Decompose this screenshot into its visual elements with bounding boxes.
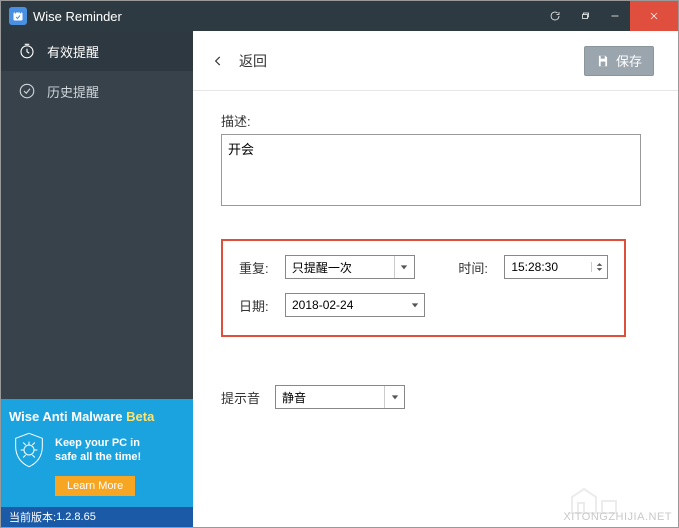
repeat-value: 只提醒一次 [286, 259, 394, 276]
main-panel: 返回 保存 描述: 重复: 只提醒一次 [193, 31, 678, 527]
watermark-logo-icon [560, 481, 630, 521]
time-spin-down[interactable] [592, 267, 607, 272]
repeat-dropdown[interactable]: 只提醒一次 [285, 255, 415, 279]
highlighted-settings-box: 重复: 只提醒一次 时间: 15:28:30 [221, 239, 626, 337]
clock-icon [17, 41, 37, 61]
back-label: 返回 [239, 51, 267, 71]
app-logo-icon [9, 7, 27, 25]
save-icon [596, 54, 610, 68]
promo-line2: safe all the time! [55, 450, 141, 464]
titlebar: Wise Reminder [1, 1, 678, 31]
promo-title: Wise Anti Malware Beta [9, 409, 185, 424]
promo-panel[interactable]: Wise Anti Malware Beta Keep your PC in s… [1, 399, 193, 507]
sidebar-item-active-reminders[interactable]: 有效提醒 [1, 31, 193, 71]
date-label: 日期: [239, 296, 275, 315]
app-title: Wise Reminder [33, 9, 540, 24]
window-controls [540, 1, 678, 31]
watermark-text: XITONGZHIJIA.NET [563, 511, 672, 523]
save-button[interactable]: 保存 [584, 46, 654, 76]
sidebar-nav: 有效提醒 历史提醒 [1, 31, 193, 399]
check-circle-icon [17, 81, 37, 101]
promo-title-main: Wise Anti Malware [9, 409, 126, 424]
date-input[interactable]: 2018-02-24 [285, 293, 425, 317]
minimize-button[interactable] [600, 1, 630, 31]
close-button[interactable] [630, 1, 678, 31]
body: 有效提醒 历史提醒 Wise Anti Malware Beta Keep yo… [1, 31, 678, 527]
sound-dropdown[interactable]: 静音 [275, 385, 405, 409]
form-area: 描述: 重复: 只提醒一次 时间: 15:28:30 [193, 91, 678, 409]
sound-row: 提示音 静音 [221, 385, 648, 409]
version-label: 当前版本: [9, 509, 56, 525]
sidebar-item-history-reminders[interactable]: 历史提醒 [1, 71, 193, 111]
app-window: Wise Reminder 有效提醒 历史提醒 Wise Ant [0, 0, 679, 528]
time-input[interactable]: 15:28:30 [504, 255, 608, 279]
restore-button[interactable] [570, 1, 600, 31]
sound-label: 提示音 [221, 388, 265, 407]
time-spinner [591, 262, 607, 272]
chevron-down-icon [384, 386, 404, 408]
topbar: 返回 保存 [193, 31, 678, 91]
promo-text: Keep your PC in safe all the time! [55, 436, 141, 465]
description-input[interactable] [221, 134, 641, 206]
chevron-down-icon [406, 294, 424, 316]
sidebar-item-label: 有效提醒 [47, 42, 99, 61]
sidebar: 有效提醒 历史提醒 Wise Anti Malware Beta Keep yo… [1, 31, 193, 527]
promo-title-beta: Beta [126, 409, 154, 424]
time-value: 15:28:30 [505, 260, 591, 274]
chevron-down-icon [394, 256, 414, 278]
promo-line1: Keep your PC in [55, 436, 141, 450]
refresh-button[interactable] [540, 1, 570, 31]
repeat-label: 重复: [239, 258, 275, 277]
back-button[interactable]: 返回 [211, 51, 267, 71]
description-label: 描述: [221, 111, 648, 130]
time-label: 时间: [458, 258, 494, 277]
version-value: 1.2.8.65 [56, 511, 96, 523]
learn-more-button[interactable]: Learn More [55, 476, 135, 496]
date-value: 2018-02-24 [286, 298, 406, 312]
statusbar: 当前版本:1.2.8.65 [1, 507, 193, 527]
chevron-left-icon [211, 54, 225, 68]
sound-value: 静音 [276, 389, 384, 406]
shield-bug-icon [9, 430, 49, 470]
sidebar-item-label: 历史提醒 [47, 82, 99, 101]
save-label: 保存 [616, 51, 642, 70]
